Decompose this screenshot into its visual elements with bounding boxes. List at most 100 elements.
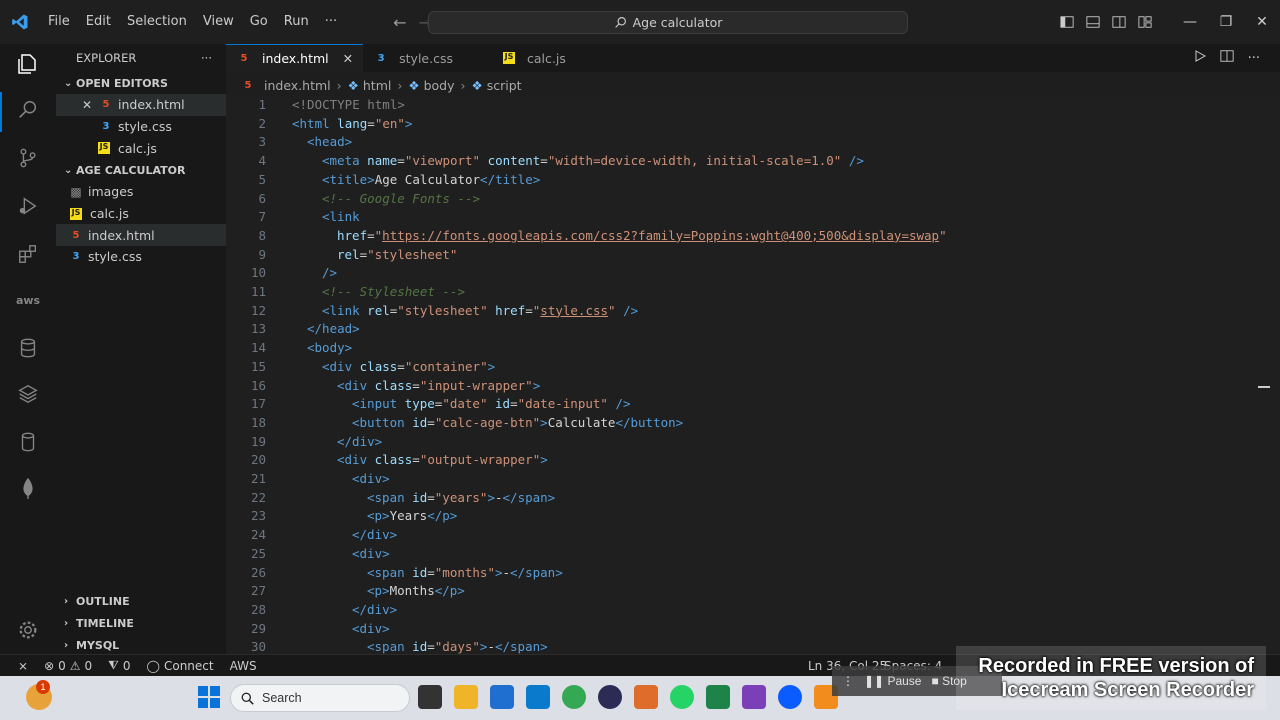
mongodb-leaf-icon[interactable] xyxy=(16,476,40,500)
css-file-icon: 3 xyxy=(102,121,110,133)
outline-section[interactable]: › OUTLINE xyxy=(56,590,226,612)
file-explorer-icon[interactable] xyxy=(454,685,478,709)
remote-icon[interactable]: ⨯ xyxy=(0,659,36,673)
open-editor-item[interactable]: JS calc.js xyxy=(56,137,226,159)
breadcrumb-separator-icon: › xyxy=(336,77,342,93)
code-editor[interactable]: 1 <!DOCTYPE html> 2 <html lang="en"> 3 <hea… xyxy=(226,96,1280,654)
taskbar-search-label: Search xyxy=(262,691,302,705)
manage-gear-icon[interactable] xyxy=(16,618,40,642)
explorer-icon[interactable] xyxy=(16,52,40,76)
task-view-icon[interactable] xyxy=(418,685,442,709)
zoom-icon[interactable] xyxy=(778,685,802,709)
more-actions-icon[interactable]: ··· xyxy=(1248,51,1260,66)
chevron-down-icon: ⌄ xyxy=(64,164,73,176)
file-tree-item[interactable]: ▩ images xyxy=(56,181,226,203)
close-icon[interactable]: ✕ xyxy=(82,98,98,112)
file-tree-item[interactable]: 5 index.html xyxy=(56,224,226,247)
back-arrow-icon[interactable]: ← xyxy=(393,13,406,32)
menu-selection[interactable]: Selection xyxy=(119,0,195,44)
close-tab-icon[interactable]: ✕ xyxy=(343,51,353,66)
menu-more[interactable]: ··· xyxy=(317,0,345,44)
layers-icon[interactable] xyxy=(16,382,40,406)
css-file-icon: 3 xyxy=(377,52,385,64)
breadcrumb-file[interactable]: index.html xyxy=(264,78,331,93)
menu-file[interactable]: File xyxy=(40,0,78,44)
mysql-title: MYSQL xyxy=(76,638,120,652)
app-icon[interactable] xyxy=(598,685,622,709)
aws-status[interactable]: AWS xyxy=(222,659,265,673)
restore-icon[interactable]: ❐ xyxy=(1208,14,1244,30)
open-editor-item[interactable]: 3 style.css xyxy=(56,116,226,138)
recorder-watermark: Recorded in FREE version of Icecream Scr… xyxy=(956,646,1266,710)
open-editors-title: OPEN EDITORS xyxy=(76,76,168,90)
html-file-icon: 5 xyxy=(240,53,248,64)
connect-button[interactable]: ◯ Connect xyxy=(139,659,222,673)
cylinder-icon[interactable] xyxy=(16,430,40,454)
breadcrumb-script[interactable]: script xyxy=(487,78,522,93)
chrome-icon[interactable] xyxy=(562,685,586,709)
file-tree-item[interactable]: JS calc.js xyxy=(56,203,226,225)
watermark-line2: Icecream Screen Recorder xyxy=(1001,679,1254,701)
pause-button[interactable]: ❚❚ Pause xyxy=(864,674,921,688)
search-sidebar-icon[interactable] xyxy=(16,98,40,122)
project-section[interactable]: ⌄ AGE CALCULATOR xyxy=(56,159,226,181)
customize-layout-icon[interactable] xyxy=(1132,15,1158,29)
search-icon xyxy=(241,692,254,705)
run-debug-icon[interactable] xyxy=(16,194,40,218)
tab-calc-js[interactable]: JS calc.js xyxy=(493,44,576,72)
aws-icon[interactable]: aws xyxy=(16,288,40,312)
breadcrumb-separator-icon: › xyxy=(460,77,466,93)
visual-studio-icon[interactable] xyxy=(742,685,766,709)
minimize-icon[interactable]: — xyxy=(1172,14,1208,30)
ports-indicator[interactable]: ⧨ 0 xyxy=(100,658,138,673)
drag-handle-icon[interactable]: ⋮ xyxy=(842,674,854,688)
database-icon[interactable] xyxy=(16,336,40,360)
html-file-icon: 5 xyxy=(102,99,110,111)
windows-start-icon[interactable] xyxy=(198,686,220,712)
run-play-icon[interactable] xyxy=(1194,50,1206,66)
minimap-slider-icon[interactable] xyxy=(1258,386,1270,388)
source-control-icon[interactable] xyxy=(16,146,40,170)
taskbar-search[interactable]: Search xyxy=(230,684,410,712)
extensions-icon[interactable] xyxy=(16,242,40,266)
outline-title: OUTLINE xyxy=(76,594,130,608)
store-icon[interactable] xyxy=(490,685,514,709)
toggle-sidebar-icon[interactable] xyxy=(1054,15,1080,29)
whatsapp-icon[interactable] xyxy=(670,685,694,709)
file-tree-item[interactable]: 3 style.css xyxy=(56,246,226,268)
js-file-icon: JS xyxy=(70,207,82,220)
mysql-section[interactable]: › MYSQL xyxy=(56,634,226,656)
open-editor-item[interactable]: ✕ 5 index.html xyxy=(56,94,226,116)
tab-index-html[interactable]: 5 index.html ✕ xyxy=(226,44,364,72)
menu-go[interactable]: Go xyxy=(242,0,276,44)
timeline-section[interactable]: › TIMELINE xyxy=(56,612,226,634)
vscode-taskbar-icon[interactable] xyxy=(526,685,550,709)
symbol-icon: ❖ xyxy=(347,77,359,93)
menu-run[interactable]: Run xyxy=(276,0,317,44)
command-center-search[interactable]: Age calculator xyxy=(428,11,908,34)
ports-icon: ⧨ xyxy=(108,658,119,672)
close-window-icon[interactable]: ✕ xyxy=(1244,14,1280,30)
excel-icon[interactable] xyxy=(706,685,730,709)
menu-view[interactable]: View xyxy=(195,0,242,44)
notification-badge: 1 xyxy=(36,680,50,694)
title-right-controls: — ❐ ✕ xyxy=(1054,0,1280,44)
toggle-panel-icon[interactable] xyxy=(1080,15,1106,29)
split-editor-icon[interactable] xyxy=(1220,49,1234,67)
timeline-title: TIMELINE xyxy=(76,616,134,630)
error-count: 0 xyxy=(58,658,66,673)
menu-bar: File Edit Selection View Go Run ··· xyxy=(40,0,345,44)
chevron-right-icon: › xyxy=(64,617,69,629)
tab-style-css[interactable]: 3 style.css xyxy=(363,44,463,72)
nav-arrows: ← → xyxy=(393,13,432,32)
explorer-sidebar: EXPLORER ··· ⌄ OPEN EDITORS ✕ 5 index.ht… xyxy=(56,44,226,654)
problems-indicator[interactable]: ⊗ 0 ⚠ 0 xyxy=(36,659,100,673)
menu-edit[interactable]: Edit xyxy=(78,0,119,44)
open-editors-section[interactable]: ⌄ OPEN EDITORS xyxy=(56,72,226,94)
explorer-more-icon[interactable]: ··· xyxy=(201,51,212,65)
title-bar: File Edit Selection View Go Run ··· ← → … xyxy=(0,0,1280,44)
xampp-icon[interactable] xyxy=(634,685,658,709)
breadcrumb-body[interactable]: body xyxy=(424,78,455,93)
toggle-secondary-sidebar-icon[interactable] xyxy=(1106,15,1132,29)
breadcrumb-html[interactable]: html xyxy=(363,78,391,93)
